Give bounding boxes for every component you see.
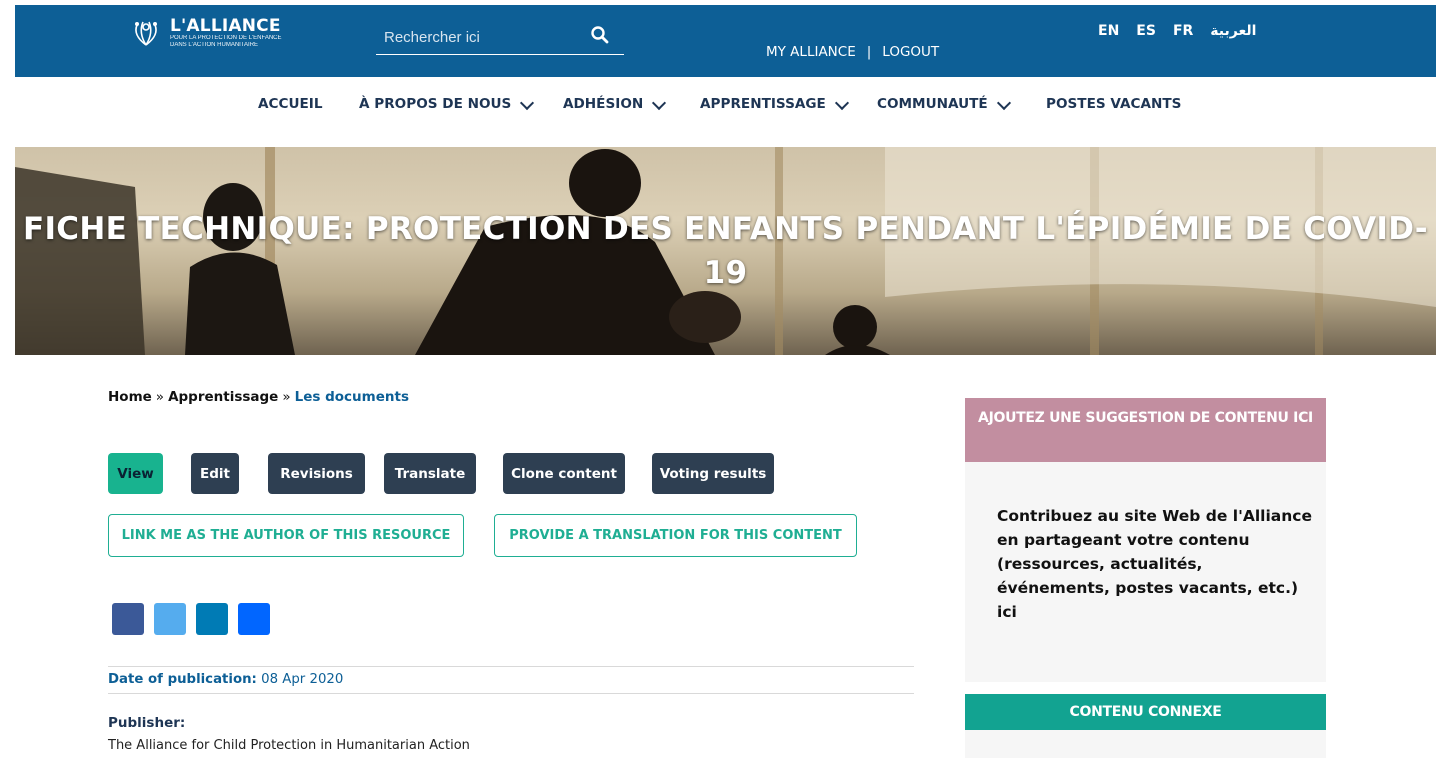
hero-banner: FICHE TECHNIQUE: PROTECTION DES ENFANTS … <box>15 147 1436 355</box>
language-switcher: EN ES FR العربية <box>1098 23 1273 39</box>
nav-item-a-propos[interactable]: À PROPOS DE NOUS <box>359 95 535 112</box>
logo-subtitle: DANS L'ACTION HUMANITAIRE <box>170 42 259 48</box>
logo-subtitle: POUR LA PROTECTION DE L'ENFANCE <box>170 35 282 41</box>
tab-clone-content[interactable]: Clone content <box>503 453 625 494</box>
divider <box>108 666 914 667</box>
nav-item-label: COMMUNAUTÉ <box>877 96 988 112</box>
breadcrumb-separator: » <box>282 389 291 405</box>
chevron-down-icon <box>520 95 535 111</box>
search-icon[interactable] <box>590 25 610 45</box>
publication-date: Date of publication: 08 Apr 2020 <box>108 672 343 687</box>
lang-ar[interactable]: العربية <box>1210 23 1256 39</box>
nav-item-label: ACCUEIL <box>258 96 323 112</box>
nav-item-label: À PROPOS DE NOUS <box>359 96 512 112</box>
breadcrumb: Home» Apprentissage» Les documents <box>108 389 409 405</box>
logo-title: L'ALLIANCE <box>170 16 281 36</box>
logout-link[interactable]: LOGOUT <box>882 44 939 60</box>
logo-icon <box>128 15 164 51</box>
linkedin-icon[interactable] <box>196 603 228 635</box>
lang-fr[interactable]: FR <box>1173 23 1193 39</box>
nav-item-accueil[interactable]: ACCUEIL <box>258 96 323 112</box>
nav-item-label: POSTES VACANTS <box>1046 96 1182 112</box>
breadcrumb-current[interactable]: Les documents <box>295 389 409 405</box>
date-value: 08 Apr 2020 <box>261 672 344 687</box>
chevron-down-icon <box>652 95 667 111</box>
search-box <box>376 19 624 55</box>
tab-edit[interactable]: Edit <box>191 453 239 494</box>
my-alliance-link[interactable]: MY ALLIANCE <box>766 44 856 60</box>
tab-translate[interactable]: Translate <box>384 453 476 494</box>
provide-translation-button[interactable]: PROVIDE A TRANSLATION FOR THIS CONTENT <box>494 514 857 557</box>
account-separator: | <box>866 44 872 60</box>
suggest-content-panel: Contribuez au site Web de l'Alliance en … <box>965 462 1326 682</box>
tab-view[interactable]: View <box>108 453 163 494</box>
account-links: MY ALLIANCE | LOGOUT <box>766 44 939 60</box>
publisher-label: Publisher: <box>108 715 186 731</box>
related-content-header: CONTENU CONNEXE <box>965 694 1326 730</box>
chevron-down-icon <box>834 95 849 111</box>
facebook-icon[interactable] <box>112 603 144 635</box>
share-buttons <box>112 603 280 635</box>
breadcrumb-separator: » <box>155 389 165 405</box>
divider <box>108 693 914 694</box>
breadcrumb-apprentissage[interactable]: Apprentissage <box>168 389 278 405</box>
top-bar: L'ALLIANCE POUR LA PROTECTION DE L'ENFAN… <box>15 5 1436 77</box>
suggest-content-text[interactable]: Contribuez au site Web de l'Alliance en … <box>997 504 1317 624</box>
nav-item-label: ADHÉSION <box>563 96 644 112</box>
link-author-button[interactable]: LINK ME AS THE AUTHOR OF THIS RESOURCE <box>108 514 464 557</box>
page-title: FICHE TECHNIQUE: PROTECTION DES ENFANTS … <box>23 211 1428 291</box>
tab-voting-results[interactable]: Voting results <box>652 453 774 494</box>
nav-item-label: APPRENTISSAGE <box>700 96 826 112</box>
suggest-content-header[interactable]: AJOUTEZ UNE SUGGESTION DE CONTENU ICI <box>965 398 1326 462</box>
chevron-down-icon <box>996 95 1011 111</box>
breadcrumb-home[interactable]: Home <box>108 389 152 405</box>
site-logo[interactable]: L'ALLIANCE POUR LA PROTECTION DE L'ENFAN… <box>128 15 282 51</box>
main-nav: ACCUEIL À PROPOS DE NOUS ADHÉSION APPREN… <box>0 95 1445 124</box>
nav-item-apprentissage[interactable]: APPRENTISSAGE <box>700 95 849 112</box>
nav-item-communaute[interactable]: COMMUNAUTÉ <box>877 95 1011 112</box>
tab-revisions[interactable]: Revisions <box>268 453 365 494</box>
nav-item-postes-vacants[interactable]: POSTES VACANTS <box>1046 96 1181 112</box>
nav-item-adhesion[interactable]: ADHÉSION <box>563 95 667 112</box>
date-label: Date of publication: <box>108 672 257 687</box>
lang-es[interactable]: ES <box>1136 23 1156 39</box>
search-input[interactable] <box>384 25 584 49</box>
publisher-value: The Alliance for Child Protection in Hum… <box>108 738 470 753</box>
related-content-panel <box>965 730 1326 758</box>
twitter-icon[interactable] <box>154 603 186 635</box>
share-icon[interactable] <box>238 603 270 635</box>
lang-en[interactable]: EN <box>1098 23 1119 39</box>
